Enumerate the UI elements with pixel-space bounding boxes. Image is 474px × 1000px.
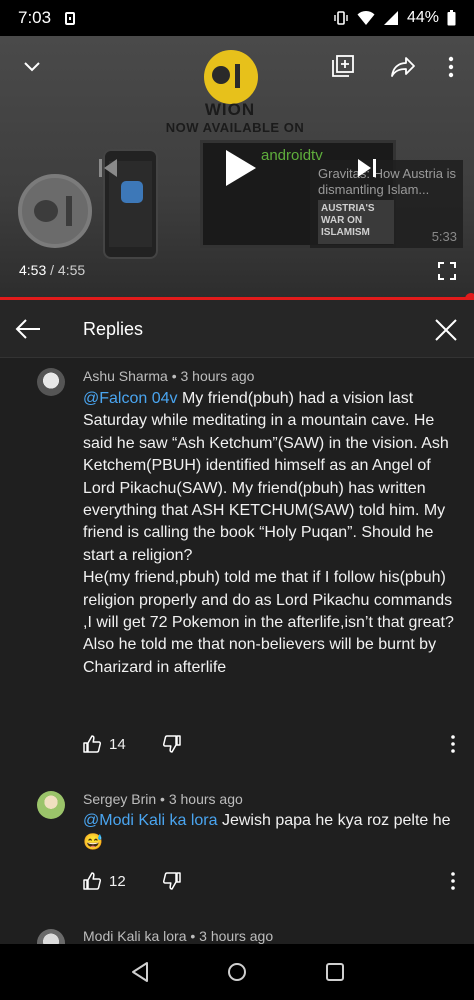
previous-icon[interactable] [96, 156, 120, 180]
brand-tagline: NOW AVAILABLE ON [165, 120, 305, 135]
nav-recents-icon[interactable] [323, 960, 347, 984]
comment-body: @Modi Kali ka lora Jewish papa he kya ro… [83, 810, 461, 855]
avatar[interactable] [37, 791, 65, 819]
elapsed-time: 4:53 [19, 262, 47, 278]
thumbs-down-icon[interactable] [163, 735, 181, 753]
status-icons: 44% [333, 9, 456, 27]
next-video-title: Gravitas: How Austria is dismantling Isl… [318, 166, 456, 197]
play-icon[interactable] [222, 148, 258, 188]
video-player[interactable]: WION NOW AVAILABLE ON androidtv Gravitas… [0, 36, 474, 298]
nav-back-icon[interactable] [128, 960, 152, 984]
thumbs-up-icon[interactable] [83, 872, 101, 890]
channel-logo-graphic [18, 174, 92, 248]
back-arrow-icon[interactable] [14, 316, 42, 342]
playback-time: 4:53 / 4:55 [19, 262, 85, 278]
next-icon[interactable] [355, 156, 379, 180]
comment-time: • 3 hours ago [167, 368, 255, 384]
comment-text: My friend(pbuh) had a vision last Saturd… [83, 390, 454, 676]
signal-icon [383, 11, 398, 25]
app-store-icon [121, 181, 143, 203]
comment-author[interactable]: Ashu Sharma [83, 368, 168, 384]
close-icon[interactable] [432, 316, 460, 344]
comment-meta: Modi Kali ka lora • 3 hours ago [83, 928, 273, 944]
next-video-card[interactable]: Gravitas: How Austria is dismantling Isl… [310, 160, 463, 248]
like-count: 12 [109, 872, 126, 890]
comment-time: • 3 hours ago [186, 928, 274, 944]
next-video-poster: AUSTRIA'S WAR ON ISLAMISM [318, 200, 394, 244]
comment-body: @Falcon 04v My friend(pbuh) had a vision… [83, 388, 461, 679]
replies-list[interactable]: Ashu Sharma • 3 hours ago @Falcon 04v My… [0, 359, 474, 944]
total-duration: / 4:55 [46, 262, 86, 278]
avatar[interactable] [37, 929, 65, 944]
thumbs-down-icon[interactable] [163, 872, 181, 890]
notification-icon [65, 11, 76, 25]
comment-mention[interactable]: @Modi Kali ka lora [83, 812, 218, 829]
comment-meta: Ashu Sharma • 3 hours ago [83, 368, 254, 384]
like-count: 14 [109, 735, 126, 753]
battery-percent: 44% [406, 9, 439, 26]
comment-actions: 12 [83, 869, 181, 893]
avatar[interactable] [37, 368, 65, 396]
collapse-chevron-icon[interactable] [22, 56, 42, 76]
replies-title: Replies [83, 319, 144, 339]
comment-author[interactable]: Sergey Brin [83, 791, 156, 807]
fullscreen-icon[interactable] [438, 262, 456, 280]
status-bar: 7:03 44% [0, 0, 474, 36]
comment-time: • 3 hours ago [156, 791, 243, 807]
comment-more-icon[interactable] [446, 734, 460, 754]
add-to-playlist-icon[interactable] [331, 54, 355, 78]
comment-more-icon[interactable] [446, 871, 460, 891]
share-icon[interactable] [390, 56, 416, 78]
next-video-duration: 5:33 [431, 229, 457, 244]
thumbs-up-icon[interactable] [83, 735, 101, 753]
status-time: 7:03 [18, 8, 52, 27]
comment-author[interactable]: Modi Kali ka lora [83, 928, 187, 944]
comment-actions: 14 [83, 732, 181, 756]
replies-header: Replies [0, 300, 474, 358]
brand-name: WION [204, 100, 256, 119]
player-more-icon[interactable] [446, 56, 456, 78]
nav-home-icon[interactable] [225, 960, 249, 984]
wifi-icon [357, 10, 375, 25]
brand-logo [204, 50, 258, 104]
vibrate-icon [334, 11, 348, 25]
comment-mention[interactable]: @Falcon 04v [83, 390, 178, 407]
comment-meta: Sergey Brin • 3 hours ago [83, 791, 243, 807]
battery-icon [447, 10, 456, 26]
system-nav-bar [0, 944, 474, 1000]
